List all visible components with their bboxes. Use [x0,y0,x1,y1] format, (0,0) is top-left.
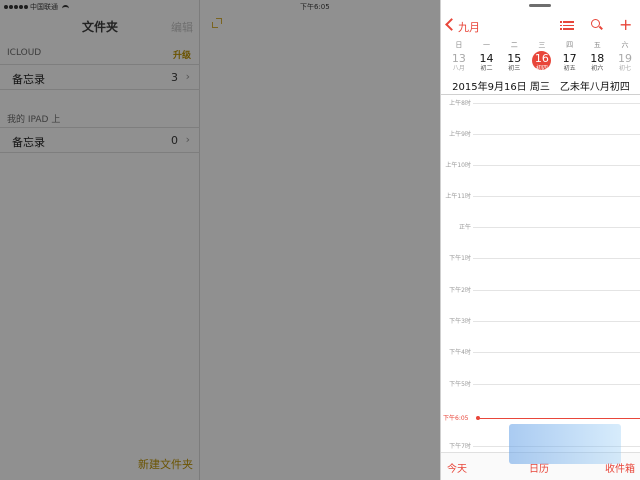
day-cell[interactable]: 18 初六 [583,52,611,78]
panel-grabber[interactable] [529,4,551,7]
hour-label: 上午11时 [445,193,471,200]
day-number: 14 [479,52,494,65]
hour-row[interactable]: 下午5时 [441,381,640,388]
watermark-logo [509,424,621,464]
day-number: 19 [617,52,632,65]
current-time-indicator: 下午6:05 [441,415,640,422]
hour-row[interactable]: 下午4时 [441,349,640,356]
hour-gridline [473,384,640,385]
day-number: 16 [534,52,549,65]
hour-gridline [473,290,640,291]
day-number: 17 [562,52,577,65]
hour-gridline [473,321,640,322]
lunar-date: 初四 [535,65,548,72]
hour-gridline [473,258,640,259]
upgrade-button[interactable]: 升级 [173,48,191,61]
weekday-header: 日 一 二 三 四 五 六 [445,40,640,50]
calendar-panel: 九月 + 日 一 二 三 四 五 六 13 八月 14 初二 15 初三 16 初四 1… [440,0,640,480]
edit-button[interactable]: 编辑 [171,19,193,35]
add-icon[interactable]: + [619,17,632,33]
weekday-label: 六 [621,41,629,49]
lunar-date: 初五 [563,65,576,72]
chevron-left-icon[interactable] [445,18,458,31]
hour-gridline [473,227,640,228]
folder-count: 3 [171,71,178,84]
hour-label: 下午3时 [449,318,471,325]
lunar-date: 初三 [508,65,521,72]
folder-name: 备忘录 [12,136,45,149]
today-button[interactable]: 今天 [447,460,467,475]
selected-date-text: 2015年9月16日 周三 乙未年八月初四 [452,82,630,93]
folders-sidebar: 文件夹 编辑 ICLOUD 升级 备忘录 3 › 我的 IPAD 上 备忘录 0… [0,0,200,480]
lunar-date: 八月 [452,65,465,72]
notes-app-dimmed: 中国联通 下午6:05 文件夹 编辑 ICLOUD 升级 备忘录 3 › 我的 … [0,0,440,480]
day-cell[interactable]: 14 初二 [473,52,501,78]
section-label-icloud: ICLOUD [7,48,42,58]
weekday-label: 四 [566,41,574,49]
chevron-right-icon: › [185,133,190,146]
day-cell[interactable]: 17 初五 [556,52,584,78]
calendar-nav: 九月 + [441,16,640,38]
divider [441,94,640,95]
section-label-ipad: 我的 IPAD 上 [7,115,61,125]
hour-label: 下午7时 [449,443,471,450]
folder-count: 0 [171,134,178,147]
hour-gridline [473,165,640,166]
list-icon[interactable] [560,21,574,31]
day-number: 18 [590,52,605,65]
hour-row[interactable]: 正午 [441,224,640,231]
hour-row[interactable]: 下午1时 [441,255,640,262]
hour-gridline [473,134,640,135]
weekday-label: 日 [455,41,463,49]
weekday-label: 五 [593,41,601,49]
hour-label: 上午8时 [449,100,471,107]
hour-label: 上午9时 [449,131,471,138]
hour-row[interactable]: 上午10时 [441,162,640,169]
hour-gridline [473,352,640,353]
day-cell-selected[interactable]: 16 初四 [528,51,556,78]
hour-gridline [473,196,640,197]
day-number: 13 [451,52,466,65]
search-icon[interactable] [591,19,600,28]
folder-name: 备忘录 [12,73,45,86]
hour-row[interactable]: 上午9时 [441,131,640,138]
current-time-line [479,418,640,419]
weekday-label: 三 [538,41,546,49]
weekday-label: 一 [483,41,491,49]
lunar-date: 初六 [591,65,604,72]
month-back-button[interactable]: 九月 [458,19,480,35]
day-cell[interactable]: 15 初三 [500,52,528,78]
hour-label: 正午 [458,224,471,231]
hour-row[interactable]: 下午2时 [441,287,640,294]
hour-row[interactable]: 上午11时 [441,193,640,200]
hour-label: 下午4时 [449,349,471,356]
day-cell[interactable]: 13 八月 [445,52,473,78]
hour-label: 上午10时 [445,162,471,169]
new-folder-button[interactable]: 新建文件夹 [138,456,193,472]
hour-row[interactable]: 下午3时 [441,318,640,325]
lunar-date: 初二 [480,65,493,72]
hour-label: 下午5时 [449,381,471,388]
expand-icon[interactable] [212,18,222,28]
current-time-label: 下午6:05 [443,415,469,422]
hour-gridline [473,103,640,104]
hour-label: 下午1时 [449,255,471,262]
weekday-label: 二 [510,41,518,49]
folder-row-ipad-notes[interactable]: 备忘录 0 › [0,127,200,153]
hour-label: 下午2时 [449,287,471,294]
status-time: 下午6:05 [300,3,330,11]
week-strip: 13 八月 14 初二 15 初三 16 初四 17 初五 18 初六 19 初七 [445,51,640,78]
page-title: 文件夹 [81,20,118,34]
chevron-right-icon: › [185,70,190,83]
day-number: 15 [507,52,522,65]
hour-row[interactable]: 上午8时 [441,100,640,107]
day-cell[interactable]: 19 初七 [611,52,639,78]
lunar-date: 初七 [618,65,631,72]
folder-row-icloud-notes[interactable]: 备忘录 3 › [0,64,200,90]
